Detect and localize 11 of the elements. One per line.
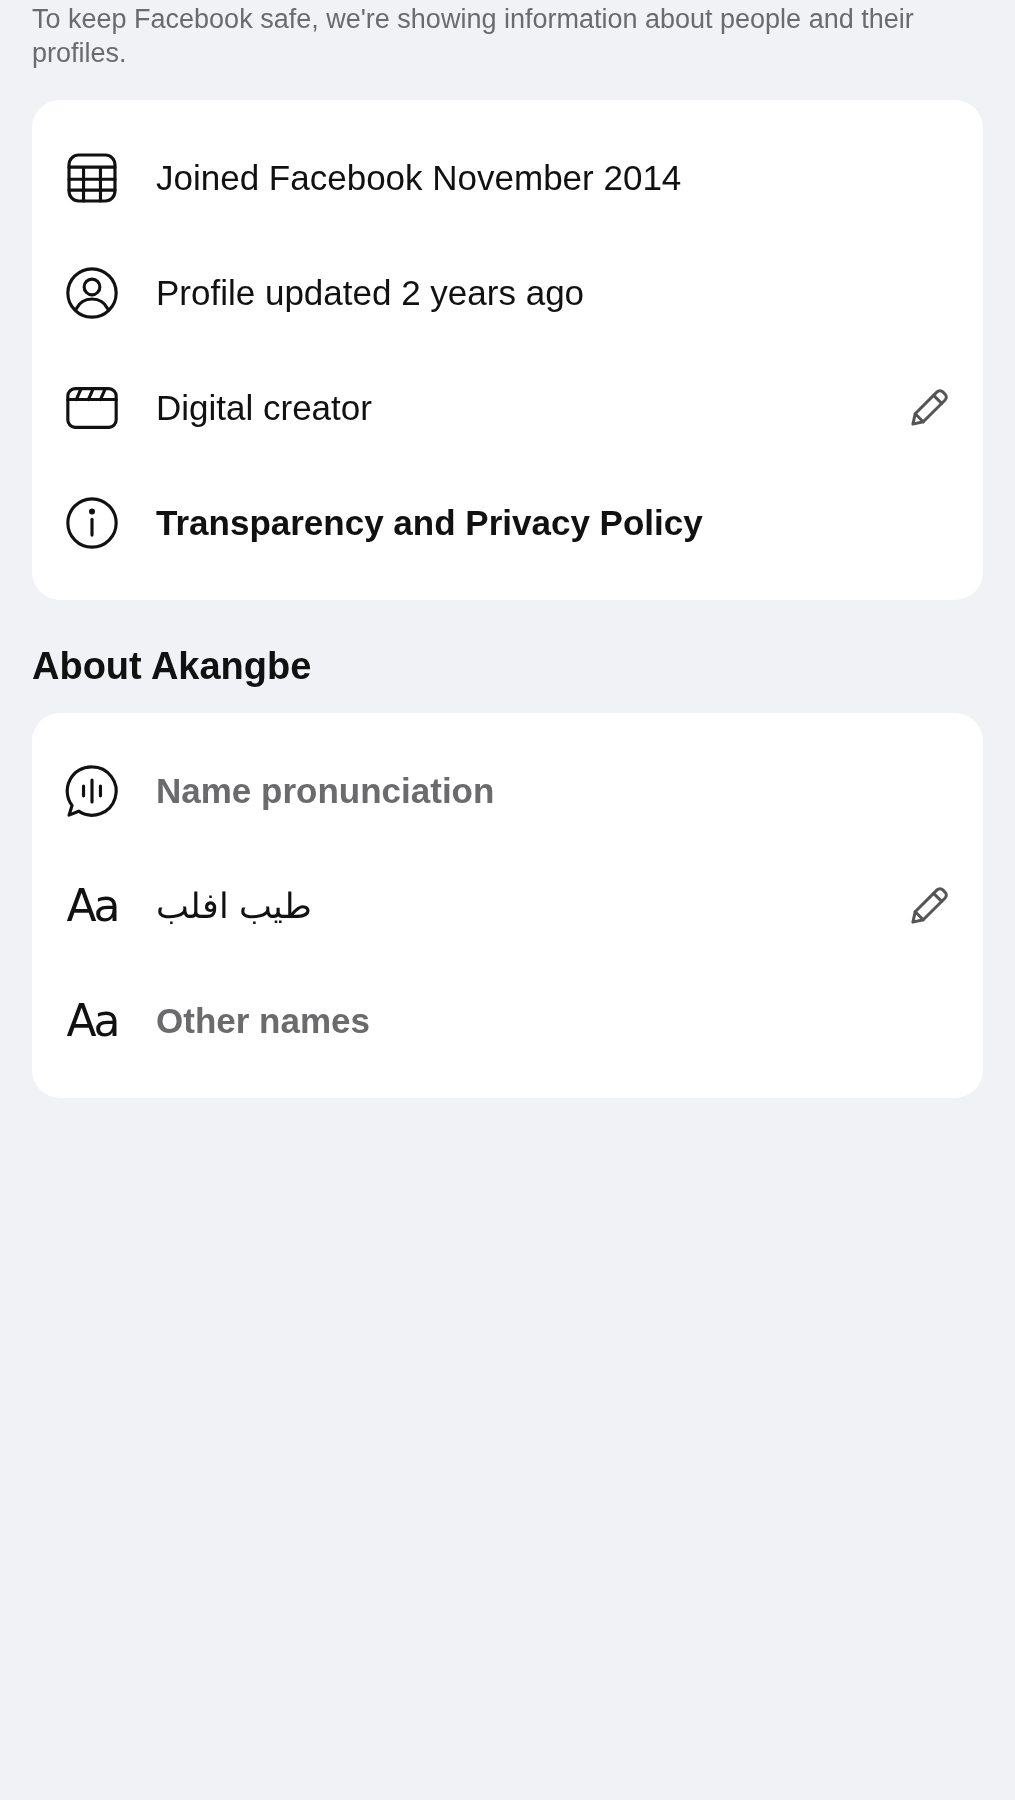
row-label: Profile updated 2 years ago	[156, 272, 585, 312]
row-label: Joined Facebook November 2014	[156, 157, 682, 197]
text-style-icon: Aa	[66, 995, 118, 1046]
section-heading: About Akangbe	[32, 644, 313, 688]
text-style-icon: Aa	[66, 880, 118, 931]
row-label: Name pronunciation	[156, 770, 495, 810]
row-label[interactable]: Transparency and Privacy Policy	[156, 502, 703, 542]
intro-text: To keep Facebook safe, we're showing information about people and their profiles.	[32, 3, 915, 70]
row-label: طيب افلب	[156, 885, 312, 925]
row-label: Other names	[156, 1000, 370, 1040]
row-label: Digital creator	[156, 387, 372, 427]
